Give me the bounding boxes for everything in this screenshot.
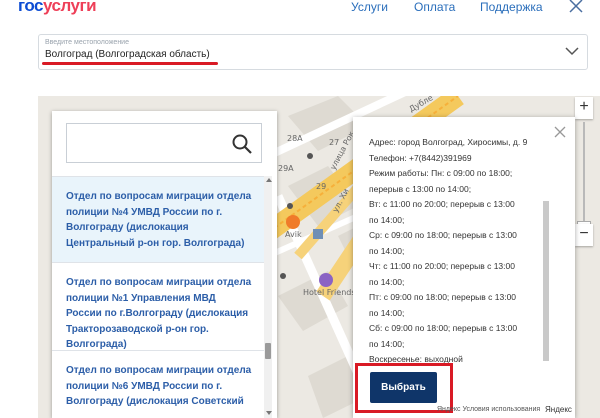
info-schedule-line: Вт: с 11:00 по 20:00; перерыв с 13:00 <box>369 199 515 209</box>
nav-support[interactable]: Поддержка <box>480 0 543 14</box>
search-input[interactable] <box>66 123 262 163</box>
info-schedule-line: Пт: с 09:00 по 18:00; перерыв с 13:00 <box>369 292 517 302</box>
page: госуслуги Услуги Оплата Поддержка Введит… <box>0 0 600 418</box>
yandex-logo[interactable]: Яндекс <box>545 405 572 414</box>
map-building-number: 27 <box>329 138 340 147</box>
map-building-number: 29 <box>316 182 327 191</box>
map-poi-label: Hotel Friends <box>303 288 356 297</box>
map-poi-label: Avik <box>285 230 302 239</box>
list-scrollbar-thumb[interactable] <box>265 343 271 359</box>
scroll-up-arrow-icon[interactable] <box>266 178 272 182</box>
list-scrollbar[interactable] <box>264 176 272 418</box>
logo-part-uslugi: услуги <box>42 0 97 15</box>
red-underline-annotation <box>42 62 218 65</box>
info-address: Адрес: город Волгоград, Хиросимы, д. 9 <box>369 137 528 147</box>
logo-part-gos: гос <box>18 0 43 15</box>
info-schedule-line: Режим работы: Пн: с 09:00 по 18:00; <box>369 168 513 178</box>
search-icon[interactable] <box>231 133 253 155</box>
nav-payment[interactable]: Оплата <box>414 0 455 14</box>
nav-services[interactable]: Услуги <box>351 0 388 14</box>
info-schedule-line: по 14:00; <box>369 338 405 349</box>
select-button[interactable]: Выбрать <box>370 372 437 403</box>
map-terms-link[interactable]: Яндекс Условия использования <box>437 406 540 413</box>
location-select[interactable]: Введите местоположение Волгоград (Волгог… <box>38 34 588 70</box>
location-label: Введите местоположение <box>45 39 129 46</box>
info-schedule-line: Сб: с 09:00 по 18:00; перерыв с 13:00 <box>369 323 518 333</box>
map-building-number: 28А <box>287 134 303 143</box>
location-value: Волгоград (Волгоградская область) <box>45 49 210 60</box>
list-item[interactable]: Отдел по вопросам миграции отдела полици… <box>52 176 264 262</box>
zoom-out-button[interactable]: − <box>575 224 593 246</box>
chevron-down-icon[interactable] <box>565 46 579 56</box>
office-details: Адрес: город Волгоград, Хиросимы, д. 9 Т… <box>369 135 547 368</box>
info-schedule-line: по 14:00; <box>369 276 405 287</box>
list-item[interactable]: Отдел по вопросам миграции отдела полици… <box>52 350 264 418</box>
info-schedule-line: Ср: с 09:00 по 18:00; перерыв с 13:00 <box>369 230 517 240</box>
office-list: Отдел по вопросам миграции отдела полици… <box>52 176 264 418</box>
info-schedule-line: по 14:00; <box>369 245 405 256</box>
info-schedule-line: по 14:00; <box>369 214 405 225</box>
info-schedule-line: по 14:00; <box>369 307 405 318</box>
list-item[interactable]: Отдел по вопросам миграции отдела полици… <box>52 262 264 350</box>
zoom-in-button[interactable]: + <box>575 97 593 119</box>
gosuslugi-logo[interactable]: госуслуги <box>18 0 97 16</box>
header: госуслуги Услуги Оплата Поддержка <box>0 0 600 22</box>
zoom-slider[interactable] <box>583 122 585 227</box>
close-icon[interactable] <box>567 0 585 15</box>
close-icon[interactable] <box>554 126 566 138</box>
info-scrollbar[interactable] <box>543 201 549 361</box>
info-schedule-line: Чт: с 11:00 по 20:00; перерыв с 13:00 <box>369 261 515 271</box>
office-list-panel: Отдел по вопросам миграции отдела полици… <box>52 111 277 418</box>
scroll-down-arrow-icon[interactable] <box>266 411 272 415</box>
info-phone: Телефон: +7(8442)391969 <box>369 152 472 163</box>
info-schedule-line: перерыв с 13:00 по 14:00; <box>369 183 472 194</box>
map-building-number: 29А <box>278 164 294 173</box>
office-info-popup: Адрес: город Волгоград, Хиросимы, д. 9 Т… <box>353 117 575 418</box>
